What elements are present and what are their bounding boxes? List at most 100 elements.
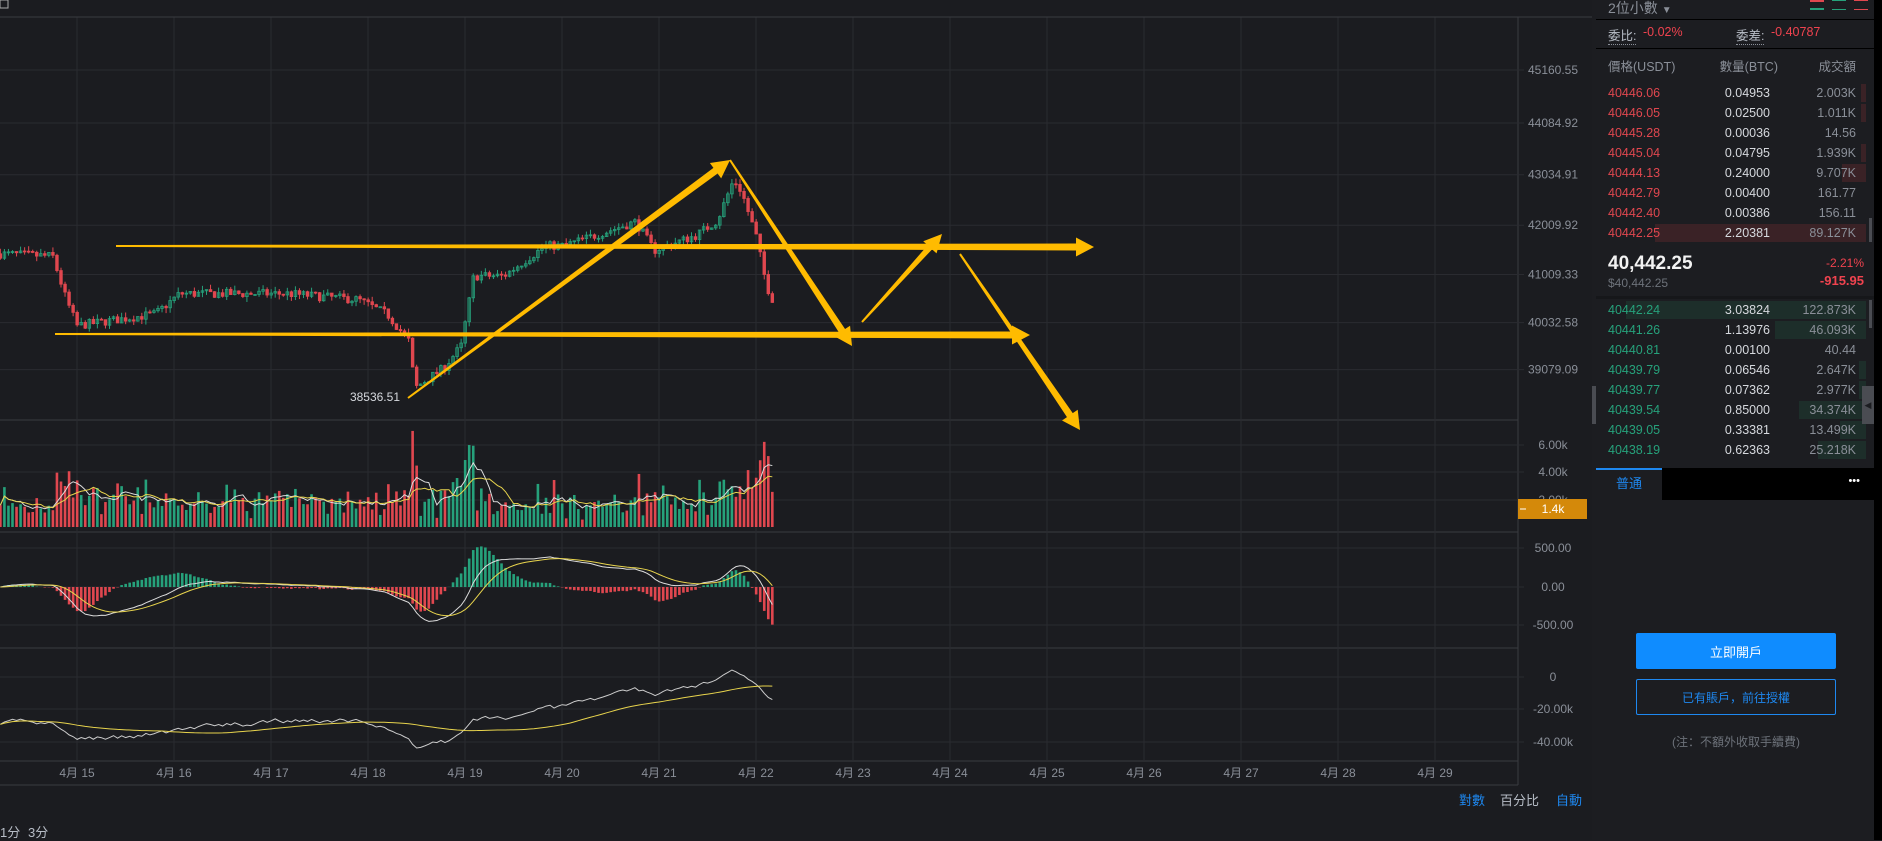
volume-bar [476,510,479,527]
auto-scale-toggle[interactable]: 自動 [1556,790,1582,809]
candle-body [395,324,398,330]
macd-histogram-bar [520,579,523,587]
macd-histogram-bar [128,583,131,587]
scrollbar[interactable] [1869,300,1872,328]
order-total: 14.56 [1825,126,1856,140]
ask-row[interactable]: 40444.13 0.24000 9.707K [1592,163,1874,183]
macd-histogram-bar [298,587,301,588]
ask-row[interactable]: 40445.04 0.04795 1.939K [1592,143,1874,163]
order-price: 40442.25 [1608,226,1660,240]
date-tick-label: 4月 26 [1126,766,1162,780]
bid-row[interactable]: 40440.81 0.00100 40.44 [1592,340,1874,360]
collapse-left-handle[interactable] [1592,386,1596,424]
macd-histogram-bar [751,587,754,588]
bid-row[interactable]: 40439.54 0.85000 34.374K [1592,400,1874,420]
macd-tick-label: 0.00 [1541,580,1565,594]
order-total: 2.647K [1816,363,1856,377]
volume-bar [294,489,297,527]
date-tick-label: 4月 28 [1320,766,1356,780]
total-header: 成交額 [1818,56,1856,75]
ask-row[interactable]: 40445.28 0.00036 14.56 [1592,123,1874,143]
volume-bar [128,504,131,527]
volume-bar [213,507,216,527]
scrollbar[interactable] [1869,218,1872,242]
more-icon[interactable]: ••• [1848,475,1860,487]
macd-histogram-bar [242,587,245,588]
bid-ask-diff-value: -0.40787 [1771,25,1820,39]
volume-bar [650,502,653,527]
macd-histogram-bar [735,570,738,587]
open-account-button[interactable]: 立即開戶 [1636,633,1836,669]
toolbar-icon[interactable] [0,0,8,8]
bid-row[interactable]: 40442.24 3.03824 122.873K [1592,300,1874,320]
volume-bar [326,514,329,527]
volume-bar [767,456,770,527]
date-tick-label: 4月 21 [641,766,677,780]
bid-ask-ratio-label: 委比: [1608,25,1636,45]
ask-row[interactable]: 40442.25 2.20381 89.127K [1592,223,1874,243]
orderbook-bids-view-icon[interactable] [1832,0,1846,10]
ask-row[interactable]: 40442.79 0.00400 161.77 [1592,183,1874,203]
volume-bar [124,496,127,527]
kline-chart[interactable]: 38536.51 4月 154月 164月 174月 184月 194月 204… [0,0,1592,840]
volume-bar [355,509,358,527]
volume-bar [617,501,620,527]
volume-bar [621,512,624,527]
volume-bar [145,480,148,527]
orderbook-asks-view-icon[interactable] [1854,0,1868,10]
percent-scale-toggle[interactable]: 百分比 [1500,790,1539,809]
volume-bar [549,513,552,527]
ask-row[interactable]: 40446.06 0.04953 2.003K [1592,83,1874,103]
macd-histogram-bar [710,584,713,587]
macd-histogram-bar [714,584,717,587]
authorize-account-button[interactable]: 已有賬戶，前往授權 [1636,679,1836,715]
volume-bar [541,514,544,527]
log-scale-toggle[interactable]: 對數 [1459,790,1485,809]
bid-row[interactable]: 40438.19 0.62363 25.218K [1592,440,1874,460]
rally-arrow [407,160,730,399]
volume-bar [306,504,309,527]
decimals-select[interactable]: 2位小數 ▼ [1608,0,1672,18]
order-amount: 0.00036 [1725,126,1770,140]
volume-bar [654,492,657,527]
support-arrow [55,325,1030,344]
macd-histogram-bar [436,587,439,600]
volume-bar [314,497,317,527]
volume-bar [488,494,491,527]
collapse-right-handle[interactable]: ◀ [1862,386,1874,424]
volume-ma5-line [0,463,772,509]
candle-body [387,309,390,318]
volume-bar [407,496,410,527]
volume-bar [181,505,184,527]
ask-row[interactable]: 40446.05 0.02500 1.011K [1592,103,1874,123]
macd-histogram-bar [254,587,257,588]
volume-bar [747,470,750,527]
volume-bar [19,504,22,527]
macd-histogram-bar [258,587,261,588]
order-amount: 0.33381 [1725,423,1770,437]
volume-bar [585,505,588,527]
order-type-tabs: 普通 ••• [1596,468,1874,500]
candle-body [15,252,18,253]
timeframe-1m[interactable]: 1分 [0,822,20,841]
macd-histogram-bar [120,585,123,587]
macd-histogram-bar [452,582,455,587]
macd-histogram-bar [694,587,697,590]
bid-row[interactable]: 40439.77 0.07362 2.977K [1592,380,1874,400]
bid-row[interactable]: 40439.05 0.33381 13.499K [1592,420,1874,440]
orderbook-both-view-icon[interactable] [1810,0,1824,10]
volume-bar [723,480,726,527]
bid-row[interactable]: 40441.26 1.13976 46.093K [1592,320,1874,340]
bid-row[interactable]: 40439.79 0.06546 2.647K [1592,360,1874,380]
macd-histogram-bar [100,587,103,598]
tab-normal[interactable]: 普通 [1596,468,1662,500]
macd-histogram-bar [460,573,463,587]
volume-bar [613,495,616,527]
volume-bar [415,466,418,527]
date-tick-label: 4月 19 [447,766,483,780]
ask-row[interactable]: 40442.40 0.00386 156.11 [1592,203,1874,223]
volume-bar [363,506,366,527]
macd-histogram-bar [136,580,139,587]
macd-histogram-bar [310,587,313,588]
timeframe-3m[interactable]: 3分 [28,822,48,841]
